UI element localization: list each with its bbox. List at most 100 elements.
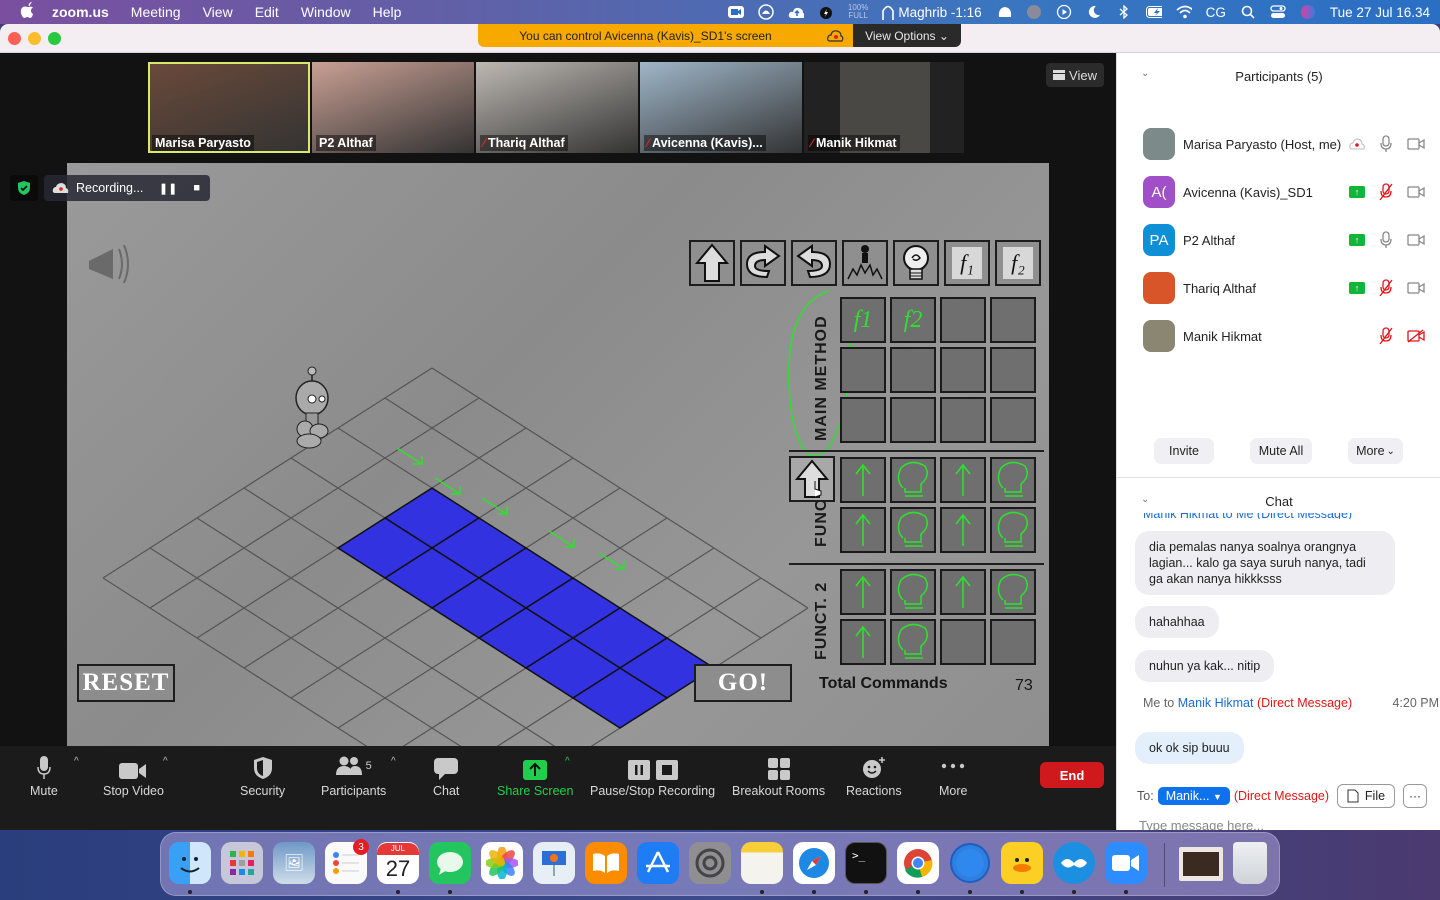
wifi-icon[interactable] <box>1176 4 1192 20</box>
participant-row[interactable]: Manik Hikmat <box>1143 320 1433 352</box>
stop-recording-button[interactable]: ■ <box>193 182 200 195</box>
recipient-dropdown[interactable]: Manik... ▼ <box>1157 787 1230 805</box>
view-options-button[interactable]: View Options ⌄ <box>853 24 961 47</box>
participants-options-caret[interactable]: ^ <box>391 756 396 767</box>
battery-status-icon[interactable] <box>818 4 834 20</box>
battery-icon[interactable] <box>1145 4 1162 20</box>
tool-turn-left[interactable] <box>791 240 837 286</box>
notification-icon[interactable] <box>996 4 1012 20</box>
chat-more-button[interactable]: ··· <box>1403 784 1427 808</box>
dock-zoom[interactable] <box>1105 842 1147 884</box>
prayer-time[interactable]: Maghrib -1:16 <box>882 4 982 20</box>
command-slot[interactable] <box>840 569 886 615</box>
command-slot[interactable]: f2 <box>890 297 936 343</box>
dock-photos[interactable] <box>481 842 523 884</box>
participant-row[interactable]: Marisa Paryasto (Host, me) <box>1143 128 1433 160</box>
recipient-name[interactable]: Manik Hikmat <box>1178 696 1254 710</box>
dock-calendar[interactable]: JUL 27 <box>377 842 419 884</box>
chat-button[interactable]: Chat <box>433 752 459 798</box>
mute-button[interactable]: Mute <box>30 752 58 798</box>
command-slot[interactable] <box>990 297 1036 343</box>
dock-safari[interactable] <box>793 842 835 884</box>
zoom-icon[interactable] <box>727 4 744 20</box>
circle-icon[interactable] <box>1026 4 1042 20</box>
command-slot[interactable] <box>990 619 1036 665</box>
dock-tweetbot[interactable] <box>1053 842 1095 884</box>
dock-chrome[interactable] <box>897 842 939 884</box>
chat-message-input[interactable]: Type message here... <box>1139 818 1264 830</box>
tool-function-2[interactable]: f₂ <box>995 240 1041 286</box>
send-file-button[interactable]: File <box>1337 784 1395 808</box>
tool-turn-right[interactable] <box>740 240 786 286</box>
dock-signal[interactable] <box>949 842 991 884</box>
security-shield-icon[interactable] <box>10 175 38 201</box>
command-slot[interactable]: f1 <box>840 297 886 343</box>
tool-move-forward[interactable] <box>689 240 735 286</box>
play-icon[interactable] <box>1056 4 1072 20</box>
command-slot[interactable] <box>940 569 986 615</box>
video-tile[interactable]: ⁄ Avicenna (Kavis)... <box>640 62 802 153</box>
command-slot[interactable] <box>840 347 886 393</box>
reactions-button[interactable]: Reactions <box>846 752 902 798</box>
cloud-upload-icon[interactable] <box>788 4 804 20</box>
command-slot[interactable] <box>890 619 936 665</box>
command-slot[interactable] <box>940 347 986 393</box>
control-center-icon[interactable] <box>1270 4 1286 20</box>
dock-preview[interactable]: 🖼 <box>273 842 315 884</box>
dock-launchpad[interactable] <box>221 842 263 884</box>
command-slot[interactable] <box>940 457 986 503</box>
close-window-button[interactable] <box>8 32 21 45</box>
pause-recording-button[interactable]: ❚❚ <box>159 182 177 195</box>
security-button[interactable]: Security <box>240 752 285 798</box>
dock-keynote[interactable] <box>533 842 575 884</box>
invite-button[interactable]: Invite <box>1154 438 1214 464</box>
command-slot[interactable] <box>990 397 1036 443</box>
command-slot[interactable] <box>840 507 886 553</box>
participant-row[interactable]: A(Avicenna (Kavis)_SD1 ↑ <box>1143 176 1433 208</box>
camera-icon[interactable] <box>758 4 774 20</box>
command-slot[interactable] <box>940 507 986 553</box>
share-screen-button[interactable]: Share Screen <box>497 752 573 798</box>
dock-app-store[interactable] <box>637 842 679 884</box>
command-slot[interactable] <box>890 397 936 443</box>
apple-menu-icon[interactable] <box>20 2 34 22</box>
video-tile[interactable]: ⁄ Thariq Althaf <box>476 62 638 153</box>
command-slot[interactable] <box>840 457 886 503</box>
menu-app-name[interactable]: zoom.us <box>52 4 109 20</box>
speaker-icon[interactable] <box>89 244 129 284</box>
minimize-window-button[interactable] <box>28 32 41 45</box>
participants-button[interactable]: 5 Participants <box>321 752 386 798</box>
dock-downloads-stack[interactable] <box>1179 847 1223 881</box>
command-slot[interactable] <box>990 569 1036 615</box>
input-source[interactable]: CG <box>1206 5 1226 20</box>
dock-messages[interactable] <box>429 842 471 884</box>
dock-terminal[interactable]: >_ <box>845 842 887 884</box>
maximize-window-button[interactable] <box>48 32 61 45</box>
audio-options-caret[interactable]: ^ <box>74 756 79 767</box>
dragged-forward-command[interactable] <box>789 456 835 502</box>
more-button[interactable]: More <box>939 752 967 798</box>
command-slot[interactable] <box>990 457 1036 503</box>
clock[interactable]: Tue 27 Jul 16.34 <box>1330 5 1430 20</box>
command-slot[interactable] <box>940 619 986 665</box>
command-slot[interactable] <box>890 569 936 615</box>
menu-view[interactable]: View <box>203 4 233 20</box>
dock-finder[interactable] <box>169 842 211 884</box>
pause-stop-recording-button[interactable]: Pause/Stop Recording <box>590 752 715 798</box>
command-slot[interactable] <box>840 397 886 443</box>
participant-row[interactable]: Thariq Althaf ↑ <box>1143 272 1433 304</box>
command-slot[interactable] <box>990 347 1036 393</box>
video-tile[interactable]: P2 Althaf <box>312 62 474 153</box>
command-slot[interactable] <box>940 297 986 343</box>
stop-video-button[interactable]: Stop Video <box>103 752 164 798</box>
video-options-caret[interactable]: ^ <box>163 756 168 767</box>
search-icon[interactable] <box>1240 4 1256 20</box>
breakout-rooms-button[interactable]: Breakout Rooms <box>732 752 825 798</box>
tool-function-1[interactable]: f₁ <box>944 240 990 286</box>
share-options-caret[interactable]: ^ <box>565 756 570 767</box>
go-button[interactable]: GO! <box>694 664 792 702</box>
dock-trash[interactable] <box>1233 842 1267 884</box>
command-slot[interactable] <box>890 457 936 503</box>
reset-button[interactable]: RESET <box>77 664 175 702</box>
tool-jump[interactable] <box>842 240 888 286</box>
